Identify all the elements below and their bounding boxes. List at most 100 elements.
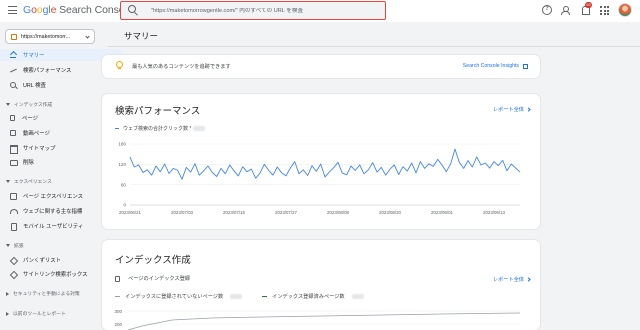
section-label: 拡張 — [14, 244, 24, 249]
gauge-icon — [10, 208, 18, 214]
insights-card: 最も人気のあるコンテンツを追跡できます Search Console Insig… — [102, 55, 540, 78]
people-icon[interactable] — [561, 5, 571, 15]
sidebar-item-label: サマリー — [23, 53, 45, 59]
legend-swatch-indexed — [262, 295, 268, 298]
lightbulb-icon — [116, 61, 123, 70]
redacted-value — [351, 294, 364, 299]
legend-not-indexed: インデックスに登録されていないページ数 — [125, 294, 224, 300]
bell-icon[interactable]: 93 — [580, 2, 592, 15]
section-security[interactable]: セキュリティと手動による対策 — [6, 290, 80, 297]
x-tick-label: 2023/07/27 — [275, 210, 298, 215]
page-title: サマリー — [124, 31, 159, 41]
url-inspection-search[interactable] — [120, 1, 386, 20]
apps-grid-icon[interactable] — [599, 5, 609, 15]
removals-icon — [10, 159, 18, 166]
section-experience[interactable]: エクスペリエンス — [6, 178, 52, 185]
y-tick-label: 0 — [123, 203, 126, 208]
legend-swatch — [115, 127, 119, 130]
property-selector[interactable]: https://maketomorr... — [5, 29, 95, 44]
chart-legend: ウェブ検索の合計クリック数 * — [115, 125, 206, 132]
menu-icon[interactable] — [8, 6, 17, 15]
sidebar-item-label: パンくずリスト — [23, 258, 62, 264]
not-indexed-line — [127, 312, 521, 330]
sidebar-item-label: ページ — [22, 116, 39, 122]
x-tick-label: 2023/07/03 — [171, 210, 194, 215]
sidebar-item-label: 削除 — [23, 160, 34, 166]
redacted-value — [230, 294, 243, 299]
insights-text: 最も人気のあるコンテンツを追跡できます — [132, 64, 231, 70]
full-report-label: レポート全体 — [492, 277, 524, 283]
home-icon — [10, 52, 16, 58]
header-actions: ? 93 — [542, 2, 632, 17]
x-tick-label: 2023/06/21 — [119, 210, 142, 215]
redacted-value — [193, 126, 206, 131]
x-tick-label: 2023/07/15 — [223, 210, 246, 215]
indexing-subtitle: ページのインデックス登録 — [128, 276, 190, 282]
performance-chart[interactable]: 0 60 120 180 2023/06/21 2023/07/03 2023/07/15 2… — [102, 132, 540, 229]
divider — [108, 46, 640, 47]
y-tick-label: 300 — [114, 309, 122, 314]
legend-swatch-not-indexed — [115, 295, 120, 298]
x-tick-label: 2023/08/20 — [379, 210, 402, 215]
section-indexing[interactable]: インデックス作成 — [6, 101, 52, 108]
insights-link-label: Search Console Insights — [462, 63, 519, 69]
performance-title: 検索パフォーマンス — [115, 106, 201, 117]
section-legacy-tools[interactable]: 以前のツールとレポート — [6, 310, 66, 317]
help-icon[interactable]: ? — [542, 5, 552, 15]
indexing-legend: インデックスに登録されていないページ数 インデックス登録済みページ数 — [115, 293, 364, 300]
search-icon — [10, 82, 16, 88]
section-label: 以前のツールとレポート — [13, 312, 66, 317]
diamond-icon — [10, 271, 16, 277]
performance-card: 検索パフォーマンス レポート全体 ウェブ検索の合計クリック数 * 0 60 120 1… — [102, 94, 540, 229]
y-tick-label: 120 — [118, 162, 126, 167]
sidebar-item-url-inspection[interactable]: URL 検査 — [0, 79, 124, 91]
trending-icon — [10, 67, 16, 73]
property-icon — [11, 33, 17, 40]
chevron-right-icon — [6, 291, 9, 296]
section-label: セキュリティと手動による対策 — [13, 292, 80, 297]
chevron-right-icon — [526, 277, 531, 282]
sidebar-item-label: ページ エクスペリエンス — [23, 194, 84, 200]
chevron-right-icon — [6, 311, 9, 316]
indexing-subtitle-row: ページのインデックス登録 — [115, 275, 190, 282]
chevron-down-icon — [85, 34, 90, 39]
property-label: https://maketomorr... — [21, 33, 71, 40]
y-tick-label: 180 — [118, 142, 126, 147]
sidebar-item-label: 検索パフォーマンス — [23, 68, 72, 74]
page-icon — [115, 275, 120, 282]
diamond-icon — [10, 257, 16, 263]
insights-link[interactable]: Search Console Insights — [463, 63, 528, 69]
legend-indexed: インデックス登録済みページ数 — [272, 294, 345, 300]
sidebar-item-label: ウェブに関する主な指標 — [23, 209, 83, 215]
indexing-title: インデックス作成 — [115, 255, 191, 266]
sidebar-item-label: モバイル ユーザビリティ — [23, 224, 84, 230]
app-logo[interactable]: Google Search Console — [23, 4, 133, 16]
sidebar-item-label: 動画ページ — [23, 131, 50, 137]
section-enhancements[interactable]: 拡張 — [6, 242, 24, 249]
legend-label: ウェブ検索の合計クリック数 * — [123, 126, 192, 132]
section-label: インデックス作成 — [14, 103, 53, 108]
chevron-right-icon — [526, 107, 531, 112]
x-tick-label: 2023/08/08 — [327, 210, 350, 215]
sidebar-item-label: サイトマップ — [23, 146, 56, 152]
y-tick-label: 200 — [114, 322, 122, 327]
indexing-full-report-link[interactable]: レポート全体 — [492, 276, 531, 283]
indexing-chart[interactable]: 300 200 — [102, 306, 540, 330]
search-icon — [127, 4, 141, 18]
top-app-bar: Google Search Console ? 93 — [0, 0, 640, 22]
sidebar: https://maketomorr... サマリー 検索パフォーマンス URL… — [0, 22, 124, 330]
sidebar-item-label: URL 検査 — [23, 83, 46, 89]
logo-letter: G — [23, 4, 32, 16]
x-tick-label: 2023/09/01 — [431, 210, 454, 215]
performance-full-report-link[interactable]: レポート全体 — [493, 106, 531, 113]
sitemap-icon — [10, 145, 18, 154]
indexing-card: インデックス作成 ページのインデックス登録 レポート全体 インデックスに登録され… — [102, 240, 540, 330]
avatar[interactable] — [618, 3, 632, 17]
section-label: エクスペリエンス — [14, 180, 52, 185]
open-in-new-icon — [523, 63, 528, 69]
url-inspection-input[interactable] — [151, 7, 371, 14]
y-tick-label: 60 — [121, 182, 127, 187]
x-tick-label: 2023/09/13 — [483, 210, 506, 215]
sidebar-item-label: サイトリンク検索ボックス — [23, 272, 88, 278]
video-page-icon — [10, 130, 16, 136]
